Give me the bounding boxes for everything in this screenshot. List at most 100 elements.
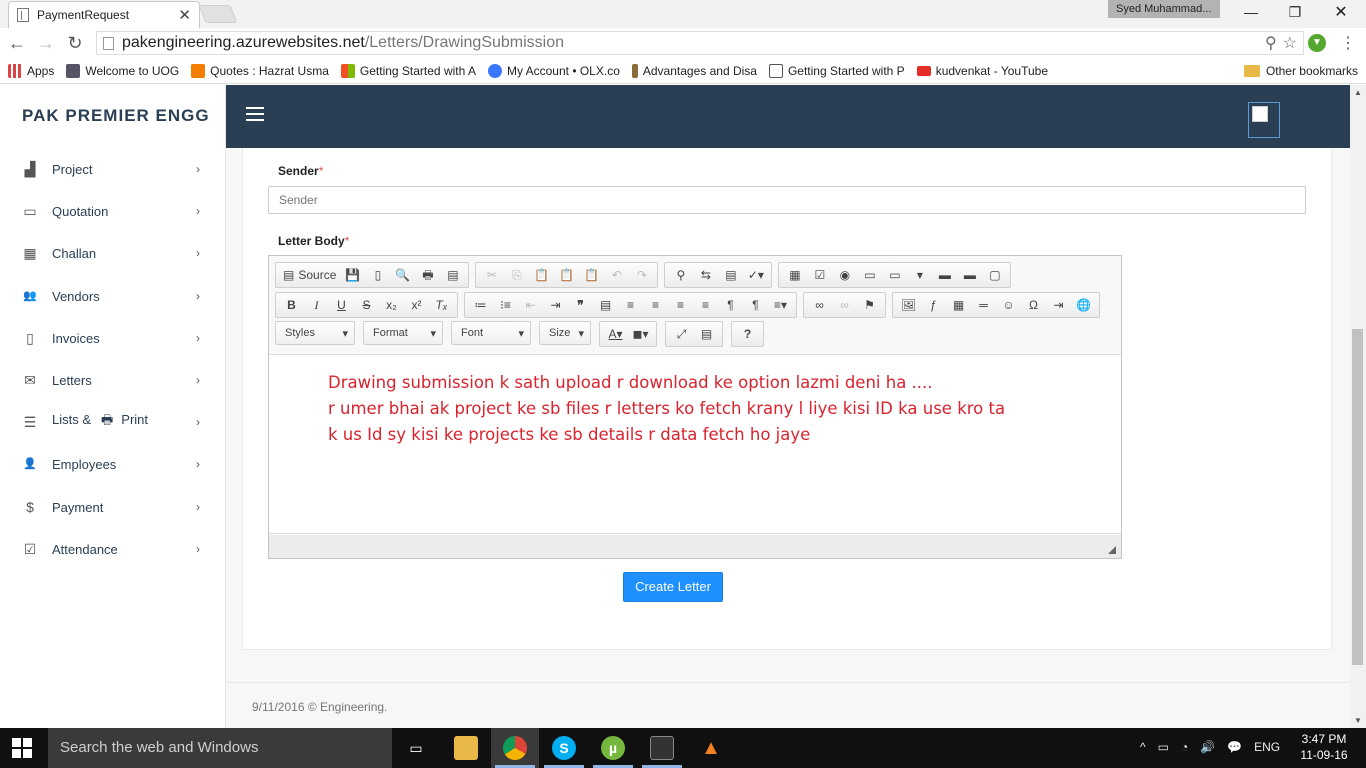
sidebar-item-invoices[interactable]: ▯ Invoices ›: [0, 317, 226, 359]
indent-icon[interactable]: ⇥: [543, 294, 568, 316]
maximize-icon[interactable]: ⤢: [669, 323, 694, 345]
templates-icon[interactable]: ▤: [440, 264, 465, 286]
page-scrollbar[interactable]: ▲ ▼: [1350, 85, 1366, 728]
bulleted-list-icon[interactable]: ⁝≡: [493, 294, 518, 316]
sidebar-item-employees[interactable]: 👤 Employees ›: [0, 443, 226, 485]
sidebar-item-payment[interactable]: $ Payment ›: [0, 486, 226, 528]
superscript-icon[interactable]: x²: [404, 294, 429, 316]
bookmark-item[interactable]: Quotes : Hazrat Usma: [191, 63, 329, 78]
styles-dropdown[interactable]: Styles ▾: [275, 321, 355, 345]
battery-icon[interactable]: ▭: [1158, 740, 1169, 754]
scroll-up-icon[interactable]: ▲: [1354, 88, 1362, 97]
address-bar[interactable]: pakengineering.azurewebsites.net/Letters…: [96, 31, 1304, 55]
scroll-thumb[interactable]: [1352, 329, 1363, 665]
redo-icon[interactable]: ↷: [629, 264, 654, 286]
extension-icon[interactable]: ▼: [1308, 34, 1326, 52]
find-icon[interactable]: ⚲: [668, 264, 693, 286]
skype-icon[interactable]: S: [552, 736, 576, 760]
taskbar-clock[interactable]: 3:47 PM 11-09-16: [1294, 731, 1354, 763]
align-right-icon[interactable]: ≡: [668, 294, 693, 316]
taskbar-search-box[interactable]: Search the web and Windows: [48, 728, 392, 768]
chrome-menu-icon[interactable]: ⋮: [1340, 33, 1356, 53]
paste-text-icon[interactable]: 📋: [554, 264, 579, 286]
align-left-icon[interactable]: ≡: [618, 294, 643, 316]
action-center-icon[interactable]: 💬: [1227, 740, 1242, 754]
bookmark-apps[interactable]: Apps: [8, 63, 54, 78]
table-icon[interactable]: ▦: [946, 294, 971, 316]
subscript-icon[interactable]: x₂: [379, 294, 404, 316]
text-color-icon[interactable]: A▾: [603, 323, 628, 345]
blockquote-icon[interactable]: ❞: [568, 294, 593, 316]
bookmark-item[interactable]: kudvenkat - YouTube: [916, 64, 1048, 78]
copy-icon[interactable]: ⎘: [504, 264, 529, 286]
justify-icon[interactable]: ≡: [693, 294, 718, 316]
scroll-down-icon[interactable]: ▼: [1354, 716, 1362, 725]
smiley-icon[interactable]: ☺: [996, 294, 1021, 316]
horizontal-rule-icon[interactable]: ═: [971, 294, 996, 316]
special-char-icon[interactable]: Ω: [1021, 294, 1046, 316]
print-icon[interactable]: 🖶: [415, 264, 440, 286]
letter-body-text[interactable]: Drawing submission k sath upload r downl…: [328, 370, 1005, 448]
bold-icon[interactable]: B: [279, 294, 304, 316]
select-field-icon[interactable]: ▾: [907, 264, 932, 286]
sidebar-item-project[interactable]: ▟ Project ›: [0, 148, 226, 190]
cut-icon[interactable]: ✂: [479, 264, 504, 286]
show-hidden-icons[interactable]: ^: [1140, 740, 1146, 754]
preview-icon[interactable]: 🔍: [390, 264, 415, 286]
language-indicator[interactable]: ENG: [1254, 740, 1280, 754]
radio-icon[interactable]: ◉: [832, 264, 857, 286]
button-field-icon[interactable]: ▬: [932, 264, 957, 286]
form-icon[interactable]: ▦: [782, 264, 807, 286]
select-all-icon[interactable]: ▤: [718, 264, 743, 286]
align-center-icon[interactable]: ≡: [643, 294, 668, 316]
utorrent-icon[interactable]: µ: [601, 736, 625, 760]
forward-icon[interactable]: →: [34, 33, 58, 53]
bookmark-item[interactable]: Getting Started with A: [340, 63, 476, 78]
source-button[interactable]: ▤ Source: [279, 264, 340, 286]
windows-start-icon[interactable]: [12, 738, 32, 758]
new-tab-button[interactable]: [198, 5, 238, 23]
size-dropdown[interactable]: Size ▾: [539, 321, 591, 345]
text-field-icon[interactable]: ▭: [857, 264, 882, 286]
image-button-icon[interactable]: ▬: [957, 264, 982, 286]
bookmark-item[interactable]: Getting Started with P: [768, 63, 905, 78]
numbered-list-icon[interactable]: ≔: [468, 294, 493, 316]
back-icon[interactable]: ←: [5, 33, 29, 53]
bookmark-item[interactable]: My Account • OLX.co: [487, 63, 620, 78]
hidden-field-icon[interactable]: ▢: [982, 264, 1007, 286]
bookmark-item[interactable]: Advantages and Disa: [631, 63, 757, 78]
vlc-icon[interactable]: ▲: [699, 736, 723, 760]
remove-format-icon[interactable]: Tₓ: [429, 294, 454, 316]
sidebar-item-vendors[interactable]: 👥 Vendors ›: [0, 275, 226, 317]
paste-icon[interactable]: 📋: [529, 264, 554, 286]
unlink-icon[interactable]: ∞: [832, 294, 857, 316]
iframe-icon[interactable]: 🌐: [1071, 294, 1096, 316]
div-container-icon[interactable]: ▤: [593, 294, 618, 316]
flash-icon[interactable]: ƒ: [921, 294, 946, 316]
new-page-icon[interactable]: ▯: [365, 264, 390, 286]
wifi-icon[interactable]: ◔: [1181, 740, 1188, 754]
strike-icon[interactable]: S: [354, 294, 379, 316]
sender-input[interactable]: [268, 186, 1306, 214]
hamburger-menu-icon[interactable]: [246, 107, 264, 123]
underline-icon[interactable]: U: [329, 294, 354, 316]
paste-word-icon[interactable]: 📋: [579, 264, 604, 286]
volume-icon[interactable]: 🔊: [1200, 740, 1215, 754]
sidebar-item-lists-print[interactable]: ☰ Lists & 🖶 Print ›: [0, 401, 226, 443]
font-dropdown[interactable]: Font ▾: [451, 321, 531, 345]
spellcheck-icon[interactable]: ✓▾: [743, 264, 768, 286]
textarea-icon[interactable]: ▭: [882, 264, 907, 286]
other-bookmarks[interactable]: Other bookmarks: [1243, 64, 1358, 78]
sidebar-item-letters[interactable]: ✉ Letters ›: [0, 359, 226, 401]
ltr-icon[interactable]: ¶: [718, 294, 743, 316]
save-icon[interactable]: 💾: [340, 264, 365, 286]
chrome-icon[interactable]: [503, 736, 527, 760]
minimize-button[interactable]: —: [1228, 0, 1274, 24]
restore-button[interactable]: ❐: [1272, 0, 1318, 24]
outdent-icon[interactable]: ⇤: [518, 294, 543, 316]
tab-close-icon[interactable]: ✕: [178, 6, 191, 24]
profile-name[interactable]: Syed Muhammad...: [1108, 0, 1220, 18]
sidebar-item-challan[interactable]: ▦ Challan ›: [0, 232, 226, 274]
format-dropdown[interactable]: Format ▾: [363, 321, 443, 345]
help-icon[interactable]: ?: [735, 323, 760, 345]
